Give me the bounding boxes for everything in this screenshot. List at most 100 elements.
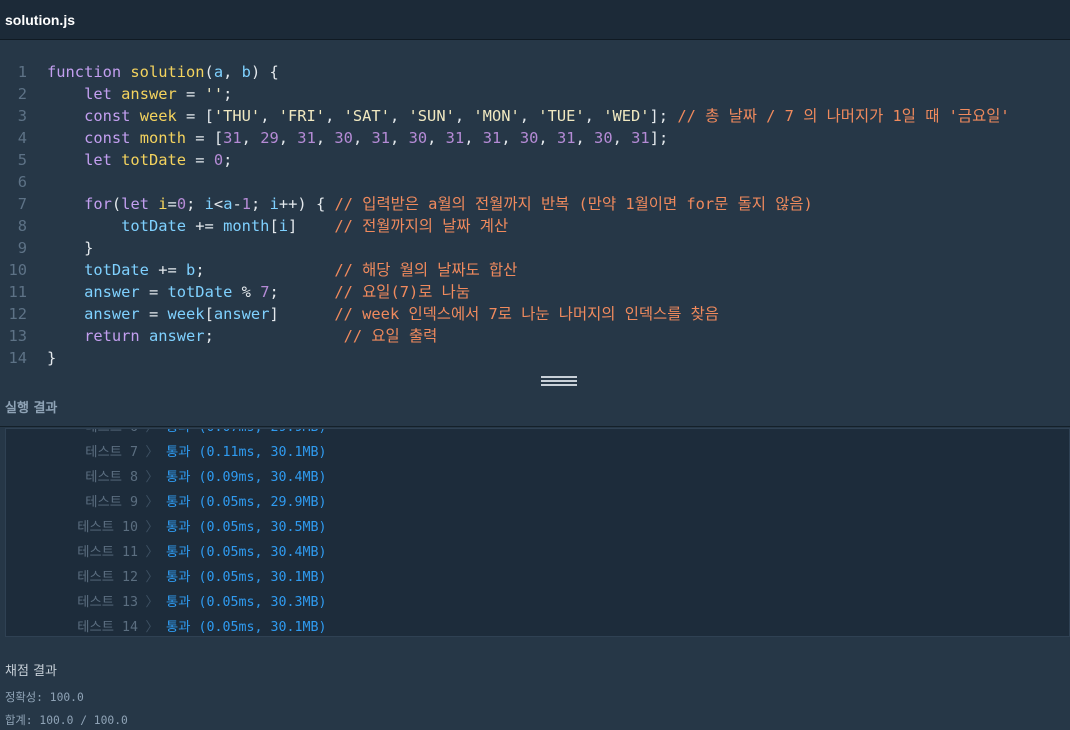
code-token: 31	[297, 129, 316, 147]
line-number: 14	[8, 349, 27, 367]
chevron-right-icon: 〉	[145, 520, 159, 535]
code-token: ;	[186, 195, 205, 213]
file-tab[interactable]: solution.js	[5, 12, 75, 28]
line-number: 13	[8, 327, 27, 345]
code-token: 31	[445, 129, 465, 147]
test-result-row: 테스트 12 〉 통과 (0.05ms, 30.1MB)	[6, 563, 1069, 588]
code-token: month	[139, 129, 187, 147]
code-text: let answer = '';	[47, 83, 232, 105]
code-line[interactable]: 2 let answer = '';	[0, 83, 1070, 105]
test-label: 테스트 8	[85, 470, 138, 485]
code-token: b	[241, 63, 251, 81]
code-lines[interactable]: 1 function solution(a, b) {2 let answer =…	[0, 61, 1070, 369]
code-token: i	[158, 195, 168, 213]
editor-tab-bar: solution.js	[0, 0, 1070, 40]
code-token: 'THU'	[213, 107, 261, 125]
code-token: b	[186, 261, 196, 279]
code-token: ,	[612, 129, 632, 147]
code-token: let	[84, 85, 122, 103]
code-token: =	[139, 305, 168, 323]
code-token: 29	[260, 129, 279, 147]
test-result: 통과 (0.11ms, 30.1MB)	[166, 445, 327, 460]
code-line[interactable]: 12 answer = week[answer] // week 인덱스에서 7…	[0, 303, 1070, 325]
code-token: ) {	[250, 63, 279, 81]
chevron-right-icon: 〉	[145, 445, 159, 460]
code-token: [	[204, 305, 214, 323]
code-token: =	[186, 151, 214, 169]
test-label: 테스트 9	[85, 495, 138, 510]
code-line[interactable]: 5 let totDate = 0;	[0, 149, 1070, 171]
code-token: 0	[213, 151, 224, 169]
code-line[interactable]: 4 const month = [31, 29, 31, 30, 31, 30,…	[0, 127, 1070, 149]
code-token: ,	[390, 129, 409, 147]
code-token: 31	[556, 129, 576, 147]
code-token: 'SUN'	[408, 107, 455, 125]
code-token: ];	[649, 107, 678, 125]
test-result-row: 테스트 10 〉 통과 (0.05ms, 30.5MB)	[6, 513, 1069, 538]
line-number: 8	[17, 217, 27, 235]
code-token: 1	[241, 195, 252, 213]
test-results-panel[interactable]: 테스트 6〉통과 (0.07ms, 29.9MB)테스트 7〉통과 (0.11m…	[5, 428, 1070, 637]
test-label: 테스트 6	[6, 429, 138, 435]
code-token: month	[223, 217, 270, 235]
accuracy-score: 정확성: 100.0	[5, 691, 84, 704]
code-line[interactable]: 8 totDate += month[i] // 전월까지의 날짜 계산	[0, 215, 1070, 237]
code-token: // 요일 출력	[343, 327, 438, 345]
code-line[interactable]: 1 function solution(a, b) {	[0, 61, 1070, 83]
chevron-right-icon: 〉	[145, 620, 159, 635]
code-token: // 요일(7)로 나눔	[334, 283, 471, 301]
code-token: ,	[260, 107, 279, 125]
panel-splitter[interactable]	[0, 372, 1070, 387]
line-number: 5	[17, 151, 27, 169]
line-number: 1	[17, 63, 27, 81]
code-line[interactable]: 13 return answer; // 요일 출력	[0, 325, 1070, 347]
grading-section: 채점 결과 정확성: 100.0 합계: 100.0 / 100.0	[0, 637, 1070, 730]
code-token: ];	[649, 129, 669, 147]
line-number: 4	[17, 129, 27, 147]
code-text: for(let i=0; i<a-1; i++) { // 입력받은 a월의 전…	[47, 193, 813, 215]
test-result: 통과 (0.05ms, 30.5MB)	[166, 520, 327, 535]
code-text: }	[47, 347, 56, 369]
code-token: ;	[269, 283, 335, 301]
code-editor[interactable]: 1 function solution(a, b) {2 let answer =…	[0, 41, 1070, 372]
code-token: ]	[288, 217, 335, 235]
code-token: ;	[195, 261, 335, 279]
code-token: answer	[84, 283, 140, 301]
code-line[interactable]: 6	[0, 171, 1070, 193]
test-result-row: 테스트 14 〉 통과 (0.05ms, 30.1MB)	[6, 613, 1069, 636]
code-token: ,	[454, 107, 474, 125]
test-result: 통과 (0.05ms, 30.1MB)	[166, 570, 327, 585]
code-line[interactable]: 11 answer = totDate % 7; // 요일(7)로 나눔	[0, 281, 1070, 303]
code-token: 31	[223, 129, 242, 147]
code-token: for	[84, 195, 112, 213]
code-line[interactable]: 9 }	[0, 237, 1070, 259]
test-label: 테스트 7	[85, 445, 138, 460]
code-line[interactable]: 10 totDate += b; // 해당 월의 날짜도 합산	[0, 259, 1070, 281]
code-token: // week 인덱스에서 7로 나눈 나머지의 인덱스를 찾음	[334, 305, 719, 323]
code-text: totDate += b; // 해당 월의 날짜도 합산	[47, 259, 517, 281]
line-number: 3	[17, 107, 27, 125]
code-token: solution	[130, 63, 205, 81]
test-result: 통과 (0.05ms, 29.9MB)	[166, 495, 327, 510]
code-token: let	[84, 151, 122, 169]
code-line[interactable]: 3 const week = ['THU', 'FRI', 'SAT', 'SU…	[0, 105, 1070, 127]
code-token: 'SAT'	[343, 107, 390, 125]
code-token: let	[121, 195, 159, 213]
code-line[interactable]: 14}	[0, 347, 1070, 369]
code-token: =	[176, 85, 205, 103]
code-text: answer = week[answer] // week 인덱스에서 7로 나…	[47, 303, 719, 325]
code-line[interactable]: 7 for(let i=0; i<a-1; i++) { // 입력받은 a월의…	[0, 193, 1070, 215]
drag-handle-icon[interactable]	[541, 376, 577, 386]
code-token: totDate	[121, 151, 187, 169]
code-token: }	[47, 349, 57, 367]
code-token: const	[84, 107, 140, 125]
code-token: answer	[213, 305, 270, 323]
code-token: <	[213, 195, 224, 213]
code-token: // 총 날짜 / 7 의 나머지가 1일 때 '금요일'	[677, 107, 1010, 125]
code-token: // 전월까지의 날짜 계산	[334, 217, 509, 235]
code-token: =	[167, 195, 177, 213]
